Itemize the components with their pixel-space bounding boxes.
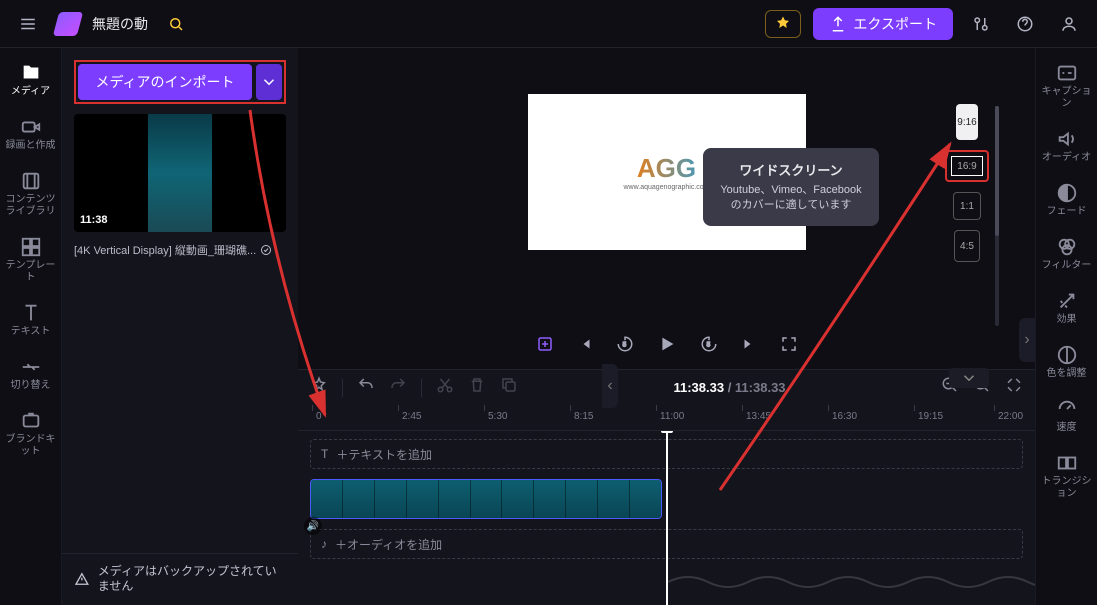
delete-icon[interactable] [468, 376, 486, 399]
panel-collapse-left[interactable]: ‹ [602, 364, 618, 408]
skip-start-icon[interactable] [576, 335, 594, 353]
playhead[interactable] [666, 431, 668, 605]
rnav-effects[interactable]: 効果 [1040, 284, 1094, 332]
nav-text[interactable]: テキスト [4, 296, 58, 344]
copy-icon[interactable] [500, 376, 518, 399]
nav-templates[interactable]: テンプレート [4, 230, 58, 290]
canvas-subtext: www.aquagenographic.com [624, 184, 710, 191]
app-logo [53, 12, 83, 36]
import-dropdown[interactable] [256, 64, 282, 100]
play-icon[interactable] [656, 333, 678, 355]
timeline-tracks[interactable]: T＋テキストを追加 🔊 ♪＋オーディオを追加 [298, 431, 1035, 605]
rnav-color[interactable]: 色を調整 [1040, 338, 1094, 386]
video-clip[interactable] [310, 479, 662, 519]
timeline: 11:38.33 / 11:38.33 0 2:45 5:30 8:15 11:… [298, 369, 1035, 605]
ratio-9-16[interactable]: 9:16 [956, 104, 978, 140]
panel-collapse-right[interactable]: › [1019, 318, 1035, 362]
menu-icon[interactable] [12, 8, 44, 40]
clip-audio-icon[interactable]: 🔊 [304, 517, 322, 535]
rnav-audio[interactable]: オーディオ [1040, 122, 1094, 170]
media-panel: メディアのインポート 11:38 [4K Vertical Display] 縦… [62, 48, 298, 605]
timeline-toolbar: 11:38.33 / 11:38.33 [298, 370, 1035, 405]
svg-text:5: 5 [622, 342, 626, 348]
stage: AGG www.aquagenographic.com ワイドスクリーン You… [298, 48, 1035, 605]
skip-end-icon[interactable] [740, 335, 758, 353]
rnav-filters[interactable]: フィルター [1040, 230, 1094, 278]
settings-icon[interactable] [965, 8, 997, 40]
top-bar: 無題の動 エクスポート [0, 0, 1097, 48]
fullscreen-icon[interactable] [780, 335, 798, 353]
rewind-5-icon[interactable]: 5 [616, 335, 634, 353]
export-button[interactable]: エクスポート [813, 8, 953, 40]
player-controls: 5 5 [298, 325, 1035, 369]
media-thumbnail[interactable]: 11:38 [74, 114, 286, 232]
premium-badge[interactable] [765, 10, 801, 38]
ratio-dropdown[interactable] [949, 368, 989, 388]
rnav-fade[interactable]: フェード [1040, 176, 1094, 224]
export-label: エクスポート [853, 14, 937, 34]
forward-5-icon[interactable]: 5 [700, 335, 718, 353]
rnav-captions[interactable]: キャプション [1040, 56, 1094, 116]
rnav-speed[interactable]: 速度 [1040, 392, 1094, 440]
import-row: メディアのインポート [74, 60, 286, 104]
left-nav: メディア 録画と作成 コンテンツライブラリ テンプレート テキスト 切り替え ブ… [0, 48, 62, 605]
nav-record[interactable]: 録画と作成 [4, 110, 58, 158]
magic-icon[interactable] [160, 8, 192, 40]
undo-icon[interactable] [357, 376, 375, 399]
thumbnail-caption: [4K Vertical Display] 縦動画_珊瑚礁... [74, 242, 286, 258]
rnav-transition[interactable]: トランジション [1040, 446, 1094, 506]
timeline-ruler[interactable]: 0 2:45 5:30 8:15 11:00 13:45 16:30 19:15… [298, 405, 1035, 431]
timeline-time: 11:38.33 / 11:38.33 [532, 380, 927, 395]
ratio-scrollbar[interactable] [995, 106, 999, 326]
right-nav: キャプション オーディオ フェード フィルター 効果 色を調整 速度 トランジシ… [1035, 48, 1097, 605]
ratio-4-5[interactable]: 4:5 [954, 230, 980, 262]
nav-transitions[interactable]: 切り替え [4, 350, 58, 398]
preview-area: AGG www.aquagenographic.com ワイドスクリーン You… [298, 48, 1035, 325]
nav-media[interactable]: メディア [4, 56, 58, 104]
main-area: メディア 録画と作成 コンテンツライブラリ テンプレート テキスト 切り替え ブ… [0, 48, 1097, 605]
nav-library[interactable]: コンテンツライブラリ [4, 164, 58, 224]
project-title[interactable]: 無題の動 [92, 14, 148, 34]
enhance-icon[interactable] [536, 335, 554, 353]
cut-icon[interactable] [436, 376, 454, 399]
canvas-logo: AGG [624, 153, 710, 184]
backup-warning: メディアはバックアップされていません [62, 553, 298, 605]
help-icon[interactable] [1009, 8, 1041, 40]
thumbnail-duration: 11:38 [80, 214, 108, 226]
import-media-button[interactable]: メディアのインポート [78, 64, 252, 100]
redo-icon[interactable] [389, 376, 407, 399]
aspect-ratio-list: 9:16 16:9 1:1 4:5 [945, 104, 989, 262]
auto-icon[interactable] [310, 376, 328, 399]
account-icon[interactable] [1053, 8, 1085, 40]
ratio-1-1[interactable]: 1:1 [953, 192, 981, 220]
ratio-16-9[interactable]: 16:9 [945, 150, 989, 182]
ratio-tooltip: ワイドスクリーン Youtube、Vimeo、Facebook のカバーに適して… [703, 148, 879, 226]
nav-brandkit[interactable]: ブランドキット [4, 404, 58, 464]
fit-icon[interactable] [1005, 376, 1023, 399]
svg-text:5: 5 [706, 342, 710, 348]
